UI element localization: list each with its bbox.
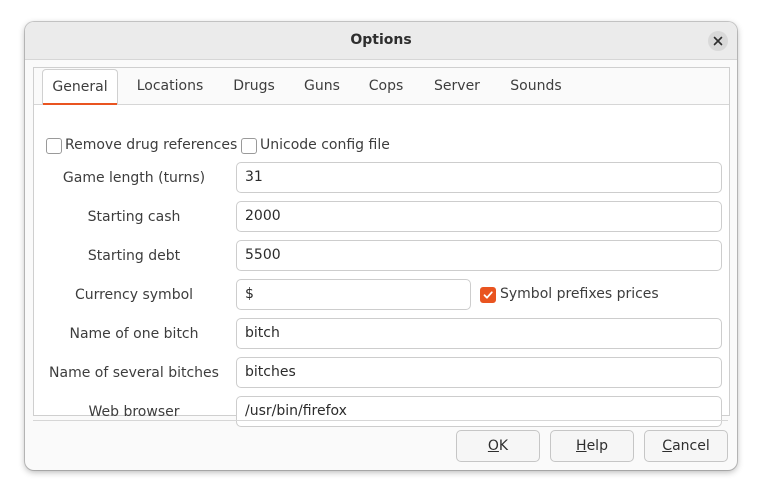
name-one-bitch-label: Name of one bitch	[69, 326, 199, 342]
starting-cash-label: Starting cash	[87, 209, 181, 225]
tab-drugs[interactable]: Drugs	[226, 68, 282, 104]
remove-drug-references-checkbox[interactable]	[46, 138, 62, 154]
starting-debt-input[interactable]: 5500	[236, 240, 722, 271]
unicode-config-checkbox[interactable]	[241, 138, 257, 154]
ok-button-label: K	[498, 438, 509, 454]
ok-button[interactable]: OK	[456, 430, 540, 462]
footer-separator	[33, 420, 728, 421]
cancel-button-label: ancel	[672, 438, 710, 454]
close-button[interactable]	[708, 31, 728, 51]
titlebar: Options	[25, 22, 737, 60]
web-browser-input[interactable]: /usr/bin/firefox	[236, 396, 722, 427]
tab-cops[interactable]: Cops	[361, 68, 411, 104]
name-one-bitch-input[interactable]: bitch	[236, 318, 722, 349]
options-dialog: Options General Locations Drugs Guns Cop…	[25, 22, 737, 470]
web-browser-label: Web browser	[88, 404, 180, 420]
tab-sounds[interactable]: Sounds	[504, 68, 568, 104]
cancel-button-mnemonic: C	[662, 438, 673, 454]
currency-symbol-label: Currency symbol	[74, 287, 194, 303]
check-icon	[483, 291, 493, 299]
help-button-label: elp	[586, 438, 608, 454]
game-length-label: Game length (turns)	[62, 170, 206, 186]
starting-cash-input[interactable]: 2000	[236, 201, 722, 232]
symbol-prefixes-checkbox[interactable]	[480, 287, 496, 303]
name-several-bitches-label: Name of several bitches	[49, 365, 219, 381]
unicode-config-label[interactable]: Unicode config file	[260, 137, 390, 153]
help-button[interactable]: Help	[550, 430, 634, 462]
window-title: Options	[350, 32, 412, 48]
starting-debt-label: Starting debt	[87, 248, 181, 264]
tab-server[interactable]: Server	[425, 68, 489, 104]
currency-symbol-input[interactable]: $	[236, 279, 471, 310]
tab-locations[interactable]: Locations	[130, 68, 210, 104]
cancel-button[interactable]: Cancel	[644, 430, 728, 462]
options-notebook: General Locations Drugs Guns Cops Server…	[33, 67, 730, 427]
remove-drug-references-label[interactable]: Remove drug references	[65, 137, 237, 153]
tab-bar: General Locations Drugs Guns Cops Server…	[34, 68, 729, 105]
game-length-input[interactable]: 31	[236, 162, 722, 193]
close-icon	[713, 36, 723, 46]
help-button-mnemonic: H	[576, 438, 587, 454]
ok-button-mnemonic: O	[487, 438, 499, 454]
symbol-prefixes-label[interactable]: Symbol prefixes prices	[500, 286, 659, 302]
tab-guns[interactable]: Guns	[297, 68, 347, 104]
name-several-bitches-input[interactable]: bitches	[236, 357, 722, 388]
tab-general[interactable]: General	[42, 69, 118, 105]
